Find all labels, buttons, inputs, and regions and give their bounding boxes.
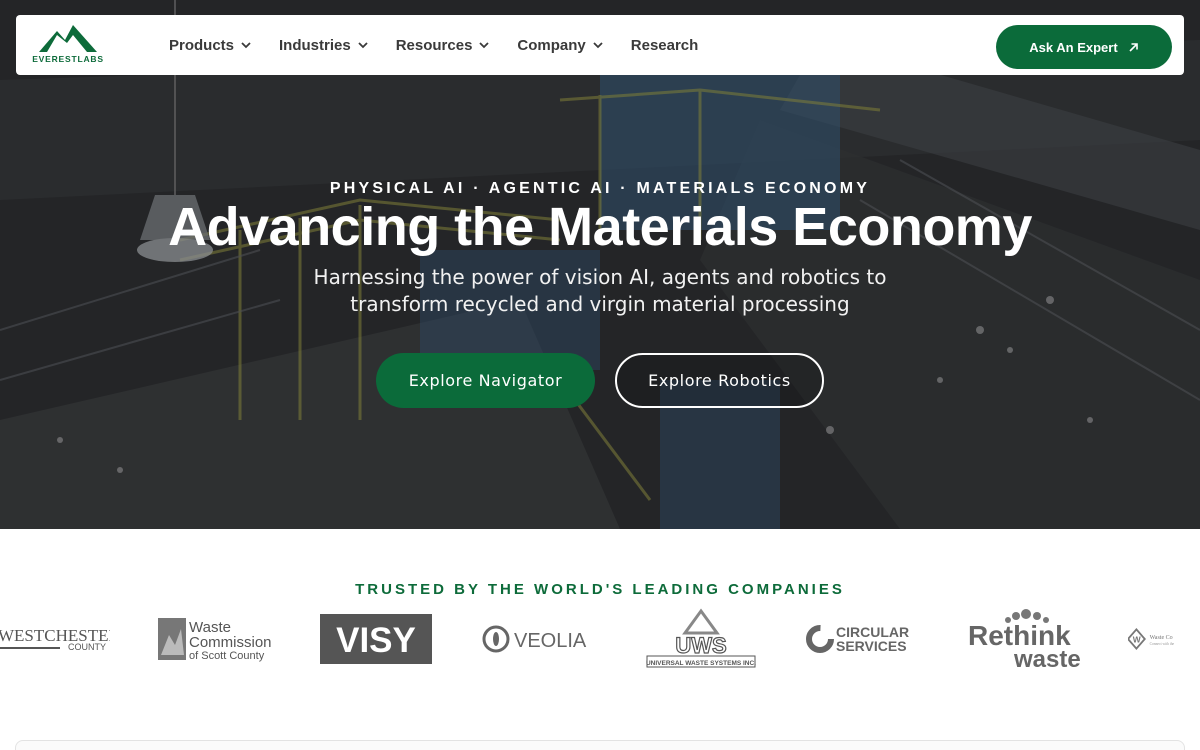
waste-text: waste — [1013, 646, 1081, 669]
chevron-down-icon — [593, 42, 603, 49]
mountain-logo-icon — [39, 25, 97, 52]
svg-text:W: W — [1133, 635, 1141, 645]
nav-item-company[interactable]: Company — [517, 36, 603, 54]
partner-logo-waste-connections: W Waste Co Connect with the — [1128, 604, 1200, 674]
partner-logo-veolia: VEOLIA — [482, 604, 597, 674]
circular-services-line2: SERVICES — [836, 638, 907, 654]
partner-logo-strip: WESTCHESTER COUNTY Waste Commission of S… — [0, 604, 1200, 674]
ask-an-expert-label: Ask An Expert — [1029, 39, 1118, 55]
waste-commission-line2: Commission — [189, 634, 272, 651]
trusted-section-title: TRUSTED BY THE WORLD'S LEADING COMPANIES — [355, 581, 845, 598]
hero-headline: Advancing the Materials Economy — [168, 197, 1032, 257]
main-nav: Products Industries Resources Company Re… — [169, 15, 726, 75]
westchester-line2: COUNTY — [68, 642, 106, 652]
nav-item-label: Industries — [279, 36, 351, 54]
hero-subhead-line: transform recycled and virgin material p… — [350, 292, 850, 316]
nav-item-label: Products — [169, 36, 235, 54]
partner-logo-visy: VISY — [320, 604, 432, 674]
nav-item-resources[interactable]: Resources — [396, 37, 490, 54]
veolia-text: VEOLIA — [514, 630, 587, 652]
chevron-down-icon — [358, 42, 368, 49]
uws-subtext: UNIVERSAL WASTE SYSTEMS INC. — [646, 660, 756, 667]
brand-name: EVERESTLABS — [32, 54, 104, 64]
hero-subhead-line: Harnessing the power of vision AI, agent… — [313, 265, 887, 289]
nav-item-products[interactable]: Products — [169, 37, 251, 54]
explore-navigator-button[interactable]: Explore Navigator — [376, 353, 595, 408]
ask-an-expert-button[interactable]: Ask An Expert — [996, 25, 1172, 69]
chevron-down-icon — [241, 42, 251, 49]
brand-logo[interactable]: EVERESTLABS — [30, 23, 106, 69]
uws-text: UWS — [675, 633, 726, 658]
partner-logo-waste-commission: Waste Commission of Scott County — [157, 604, 277, 674]
chevron-down-icon — [479, 42, 490, 49]
partner-logo-rethink-waste: Rethink waste — [966, 604, 1084, 674]
nav-item-label: Resources — [395, 36, 473, 54]
arrow-up-right-icon — [1129, 42, 1138, 52]
waste-connections-line2: Connect with the — [1150, 642, 1175, 646]
partner-logo-uws: UWS UNIVERSAL WASTE SYSTEMS INC. — [645, 604, 757, 674]
nav-item-research[interactable]: Research — [631, 37, 699, 54]
nav-item-industries[interactable]: Industries — [279, 37, 368, 54]
partner-logo-circular-services: CIRCULAR SERVICES — [806, 604, 921, 674]
waste-commission-line3: of Scott County — [189, 650, 265, 662]
explore-robotics-button[interactable]: Explore Robotics — [615, 353, 824, 408]
nav-item-label: Research — [630, 36, 699, 54]
visy-text: VISY — [336, 621, 416, 660]
nav-item-label: Company — [517, 36, 586, 54]
top-navbar: EVERESTLABS Products Industries Resource… — [16, 15, 1184, 75]
next-section-card — [15, 740, 1185, 750]
partner-logo-westchester: WESTCHESTER COUNTY — [0, 604, 110, 674]
hero-subhead: Harnessing the power of vision AI, agent… — [250, 264, 950, 318]
waste-connections-line1: Waste Co — [1150, 635, 1173, 641]
